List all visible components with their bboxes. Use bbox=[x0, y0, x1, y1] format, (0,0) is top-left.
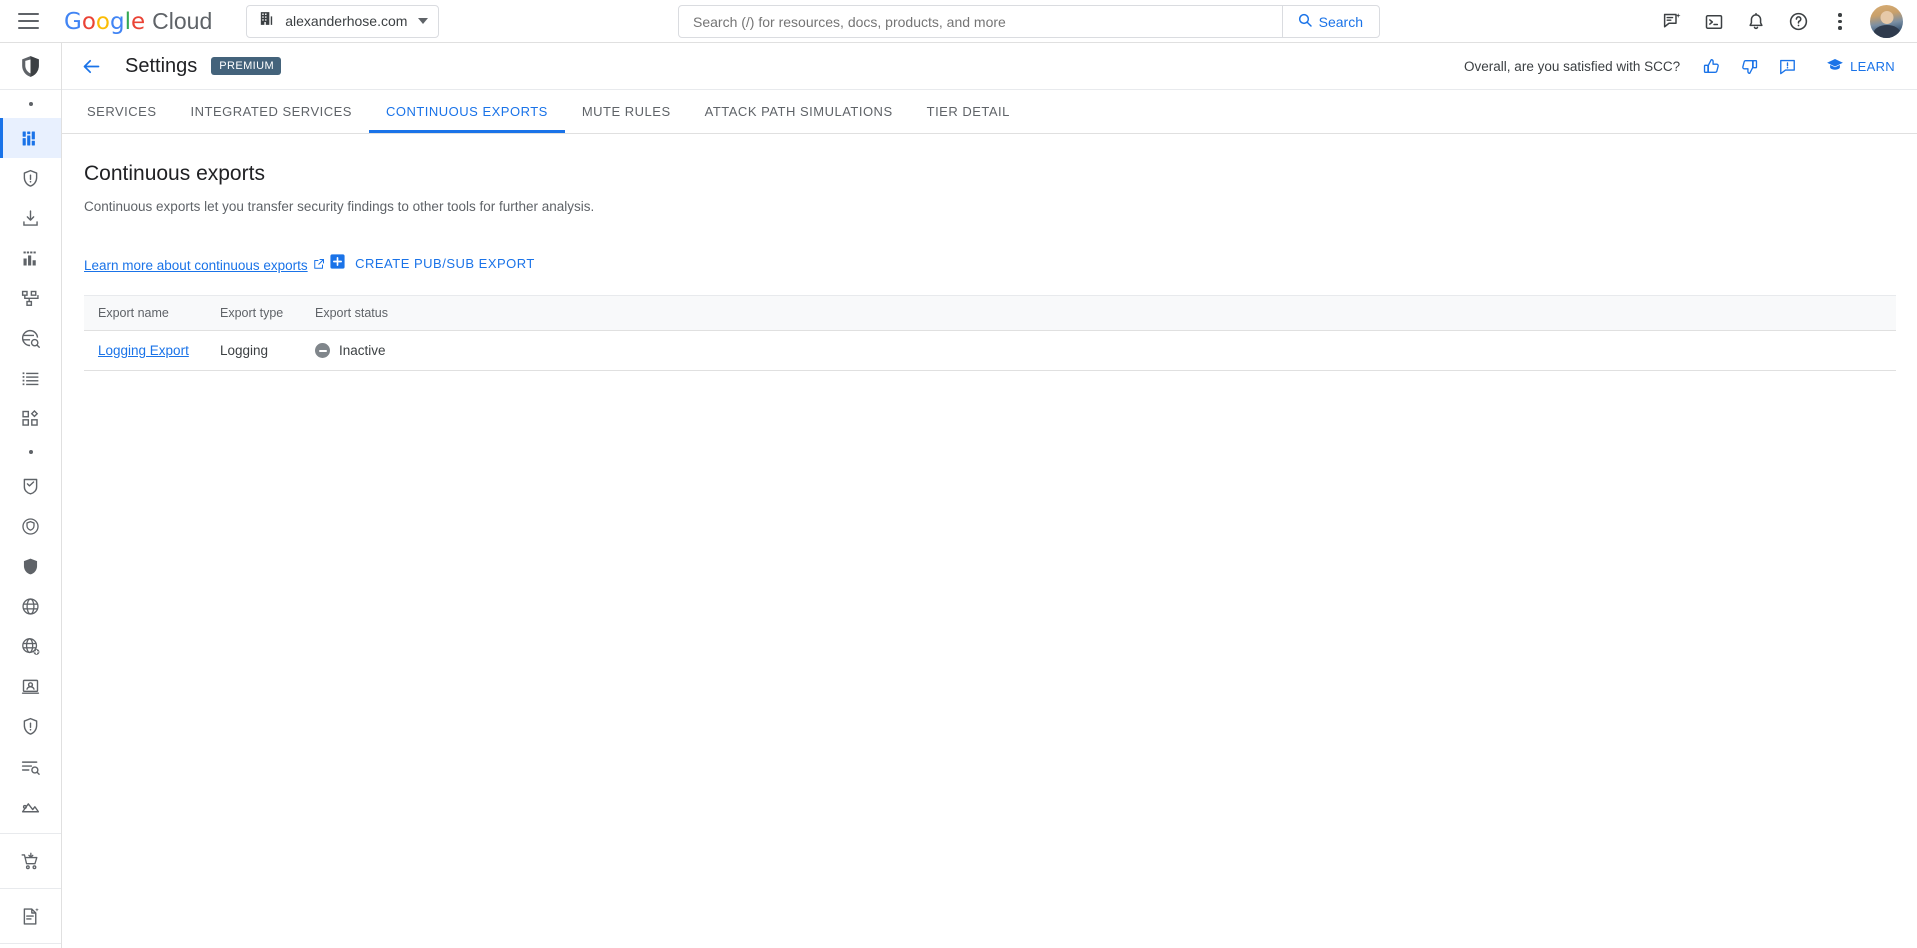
create-pubsub-export-label: CREATE PUB/SUB EXPORT bbox=[355, 255, 535, 271]
tab-mute-rules[interactable]: MUTE RULES bbox=[565, 90, 688, 133]
sidebar-item-attack-paths[interactable] bbox=[0, 786, 61, 826]
learn-button[interactable]: LEARN bbox=[1818, 50, 1903, 83]
sidebar-item-threats[interactable] bbox=[0, 158, 61, 198]
tab-attack-path-simulations[interactable]: ATTACK PATH SIMULATIONS bbox=[688, 90, 910, 133]
continuous-exports-table: Export name Export type Export status Lo… bbox=[84, 295, 1896, 371]
top-navigation-bar: Google Cloud alexanderhose.com Search bbox=[0, 0, 1917, 43]
back-arrow-icon[interactable] bbox=[73, 48, 109, 84]
table-header: Export name Export type Export status bbox=[84, 295, 1896, 331]
column-header-spacer bbox=[501, 295, 1896, 331]
sidebar-item-overview[interactable] bbox=[0, 118, 61, 158]
product-navigation-rail bbox=[0, 43, 62, 948]
sidebar-item-vulnerability[interactable] bbox=[0, 706, 61, 746]
gemini-chat-sparkle-icon[interactable] bbox=[1652, 2, 1692, 42]
tab-services[interactable]: SERVICES bbox=[70, 90, 174, 133]
create-pubsub-export-button[interactable]: CREATE PUB/SUB EXPORT bbox=[329, 247, 543, 279]
cloud-wordmark: Cloud bbox=[152, 7, 213, 34]
top-bar-actions bbox=[1652, 0, 1903, 43]
sidebar-item-posture[interactable] bbox=[0, 398, 61, 438]
feedback-prompt: Overall, are you satisfied with SCC? bbox=[1464, 58, 1681, 74]
page-title: Settings bbox=[125, 54, 198, 77]
google-wordmark: Google bbox=[64, 8, 146, 35]
search-input[interactable] bbox=[679, 6, 1282, 37]
sidebar-item-sources[interactable] bbox=[0, 358, 61, 398]
search-icon bbox=[1297, 12, 1313, 31]
thumb-down-icon[interactable] bbox=[1732, 49, 1766, 83]
sidebar-item-security-posture[interactable] bbox=[0, 546, 61, 586]
graduation-cap-icon bbox=[1826, 56, 1844, 77]
sidebar-item-release-notes[interactable] bbox=[0, 896, 61, 936]
sidebar-item-findings[interactable] bbox=[0, 318, 61, 358]
learn-more-link-label: Learn more about continuous exports bbox=[84, 258, 308, 273]
sidebar-item-marketplace[interactable] bbox=[0, 841, 61, 881]
export-status-label: Inactive bbox=[339, 343, 386, 358]
user-avatar[interactable] bbox=[1870, 5, 1903, 38]
table-header-row: Export name Export type Export status bbox=[84, 295, 1896, 331]
export-name-link[interactable]: Logging Export bbox=[98, 343, 189, 358]
cell-spacer bbox=[501, 330, 1896, 371]
google-cloud-logo[interactable]: Google Cloud bbox=[64, 8, 212, 35]
column-header-export-status[interactable]: Export status bbox=[301, 295, 501, 331]
column-header-export-type[interactable]: Export type bbox=[206, 295, 301, 331]
table-body: Logging Export Logging Inactive bbox=[84, 330, 1896, 371]
thumb-up-icon[interactable] bbox=[1694, 49, 1728, 83]
page-header: Settings PREMIUM Overall, are you satisf… bbox=[62, 43, 1917, 90]
sidebar-item-vulnerabilities[interactable] bbox=[0, 198, 61, 238]
search-button[interactable]: Search bbox=[1281, 6, 1379, 37]
add-box-icon bbox=[329, 253, 346, 273]
main-content: Continuous exports Continuous exports le… bbox=[62, 134, 1917, 948]
global-search-bar[interactable]: Search bbox=[678, 5, 1380, 38]
notifications-bell-icon[interactable] bbox=[1736, 2, 1776, 42]
help-question-icon[interactable] bbox=[1778, 2, 1818, 42]
sidebar-item-risk-overview[interactable] bbox=[0, 466, 61, 506]
tab-tier-detail[interactable]: TIER DETAIL bbox=[910, 90, 1027, 133]
column-header-export-name[interactable]: Export name bbox=[84, 295, 206, 331]
cloud-shell-terminal-icon[interactable] bbox=[1694, 2, 1734, 42]
cell-export-type: Logging bbox=[206, 330, 301, 371]
rail-divider-2 bbox=[0, 888, 61, 889]
page-header-actions: Overall, are you satisfied with SCC? LEA… bbox=[1464, 49, 1917, 83]
cell-export-status: Inactive bbox=[301, 330, 501, 371]
tab-integrated-services[interactable]: INTEGRATED SERVICES bbox=[174, 90, 369, 133]
table-row[interactable]: Logging Export Logging Inactive bbox=[84, 330, 1896, 371]
hamburger-menu-icon[interactable] bbox=[18, 7, 46, 35]
more-options-vertical-dots-icon[interactable] bbox=[1820, 2, 1860, 42]
settings-tabs: SERVICES INTEGRATED SERVICES CONTINUOUS … bbox=[62, 90, 1917, 134]
rail-divider-1 bbox=[0, 833, 61, 834]
learn-button-label: LEARN bbox=[1850, 58, 1895, 74]
project-selector[interactable]: alexanderhose.com bbox=[246, 4, 440, 38]
sidebar-item-assets[interactable] bbox=[0, 278, 61, 318]
sidebar-item-attack-exposure[interactable] bbox=[0, 506, 61, 546]
sidebar-item-compliance[interactable] bbox=[0, 238, 61, 278]
organization-building-icon bbox=[258, 10, 275, 32]
learn-more-link[interactable]: Learn more about continuous exports bbox=[84, 258, 325, 273]
section-heading: Continuous exports bbox=[84, 162, 265, 185]
sidebar-item-cloud-infrastructure[interactable] bbox=[0, 586, 61, 626]
status-badge: PREMIUM bbox=[211, 57, 282, 75]
sidebar-item-query[interactable] bbox=[0, 746, 61, 786]
remove-circle-icon bbox=[315, 343, 330, 358]
tab-continuous-exports[interactable]: CONTINUOUS EXPORTS bbox=[368, 90, 565, 133]
sidebar-item-data-security[interactable] bbox=[0, 626, 61, 666]
chevron-down-icon bbox=[418, 18, 429, 24]
security-command-center-shield-icon[interactable] bbox=[0, 43, 61, 90]
cell-export-name: Logging Export bbox=[84, 330, 206, 371]
search-button-label: Search bbox=[1318, 13, 1363, 30]
sidebar-item-identity[interactable] bbox=[0, 666, 61, 706]
project-selector-label: alexanderhose.com bbox=[285, 13, 408, 29]
section-description: Continuous exports let you transfer secu… bbox=[84, 199, 595, 214]
rail-dot-separator-mid bbox=[0, 438, 61, 466]
send-feedback-icon[interactable] bbox=[1770, 49, 1804, 83]
rail-divider-3 bbox=[0, 943, 61, 944]
external-link-icon bbox=[313, 258, 325, 273]
rail-dot-separator-top bbox=[0, 90, 61, 118]
